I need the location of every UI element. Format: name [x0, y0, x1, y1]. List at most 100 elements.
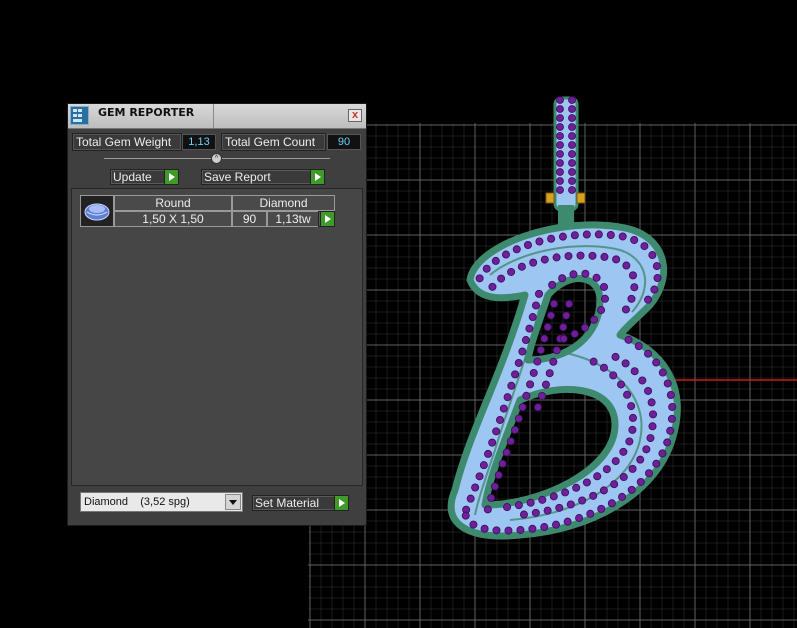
- gem-stone: [546, 311, 555, 320]
- gem-stone: [497, 274, 506, 283]
- gem-stone: [488, 282, 497, 291]
- gem-stone: [658, 449, 667, 458]
- gem-stone: [494, 471, 503, 480]
- gem-stone: [484, 449, 493, 458]
- green-arrow-icon[interactable]: [164, 170, 178, 184]
- gem-stone: [570, 329, 579, 338]
- gem-stone: [519, 510, 528, 519]
- gem-stone: [461, 511, 470, 520]
- gem-stone: [534, 403, 543, 412]
- gem-stone: [514, 414, 523, 423]
- gem-stone: [521, 336, 530, 345]
- gem-stone: [475, 472, 484, 481]
- gem-stone: [556, 96, 564, 104]
- gem-stone: [597, 504, 606, 513]
- gem-stone: [558, 274, 567, 283]
- green-arrow-icon[interactable]: [320, 212, 334, 226]
- gem-stone: [568, 123, 576, 131]
- gem-stone: [552, 520, 561, 529]
- gem-stone: [479, 461, 488, 470]
- gem-stone: [568, 168, 576, 176]
- gem-stone: [611, 457, 620, 466]
- set-material-button[interactable]: Set Material: [252, 495, 349, 511]
- gem-stone: [648, 251, 657, 260]
- close-icon[interactable]: x: [348, 109, 362, 122]
- gem-stone: [540, 255, 549, 264]
- gem-stone: [627, 402, 636, 411]
- gem-stone: [491, 256, 500, 265]
- gem-stone: [502, 448, 511, 457]
- chevron-down-icon[interactable]: [225, 494, 241, 510]
- gem-stone: [533, 357, 542, 366]
- gem-stone: [487, 493, 496, 502]
- gem-stone: [644, 349, 653, 358]
- green-arrow-icon[interactable]: [310, 170, 324, 184]
- gem-stone: [516, 525, 525, 534]
- gem-stone: [599, 486, 608, 495]
- gem-stone: [507, 267, 516, 276]
- gem-stone: [512, 245, 521, 254]
- gem-stone: [535, 289, 544, 298]
- gem-stone: [517, 262, 526, 271]
- gem-stone: [600, 294, 609, 303]
- gem-stone: [609, 371, 618, 380]
- gem-stone: [570, 231, 579, 240]
- green-arrow-icon[interactable]: [334, 496, 348, 510]
- gem-stone: [558, 232, 567, 241]
- gem-stone: [623, 390, 632, 399]
- gem-row-go-button[interactable]: [318, 211, 335, 227]
- gem-stone: [568, 96, 576, 104]
- gem-stone: [628, 271, 637, 280]
- gem-stone: [652, 459, 661, 468]
- gem-stone: [610, 480, 619, 489]
- gem-stone: [565, 299, 574, 308]
- gem-stone: [642, 445, 651, 454]
- save-report-button[interactable]: Save Report: [201, 169, 325, 185]
- gem-stone: [566, 500, 575, 509]
- gem-stone: [511, 425, 520, 434]
- gem-stone: [490, 482, 499, 491]
- gem-stone: [630, 283, 639, 292]
- update-button[interactable]: Update: [110, 169, 179, 185]
- gem-stone: [514, 358, 523, 367]
- material-select[interactable]: Diamond (3,52 spg): [80, 492, 243, 512]
- gem-stone: [618, 492, 627, 501]
- gem-material-cell: Diamond: [232, 195, 335, 211]
- gem-stone: [592, 273, 601, 282]
- gem-stone: [599, 363, 608, 372]
- gem-stone: [645, 469, 654, 478]
- gem-stone: [589, 357, 598, 366]
- gem-stone: [549, 492, 558, 501]
- total-gem-weight-label: Total Gem Weight: [72, 133, 182, 151]
- gem-stone: [548, 280, 557, 289]
- gem-stone: [556, 177, 564, 185]
- gem-stone: [568, 186, 576, 194]
- gem-stone: [622, 261, 631, 270]
- gem-stone: [547, 234, 556, 243]
- gem-stone: [653, 273, 662, 282]
- gem-stone: [658, 368, 667, 377]
- round-gem-icon[interactable]: [80, 195, 114, 227]
- gem-stone: [488, 438, 497, 447]
- gem-stone: [555, 503, 564, 512]
- gem-stone: [466, 494, 475, 503]
- gem-stone: [528, 313, 537, 322]
- gem-stone: [499, 404, 508, 413]
- slider-handle[interactable]: ^: [211, 153, 222, 164]
- gem-stone: [630, 235, 639, 244]
- panel-titlebar[interactable]: GEM REPORTER x: [68, 104, 366, 129]
- gem-stone: [568, 114, 576, 122]
- gem-stone: [640, 242, 649, 251]
- gem-stone: [590, 315, 599, 324]
- gem-stone: [621, 359, 630, 368]
- gem-stone: [556, 141, 564, 149]
- gem-stone: [556, 159, 564, 167]
- gem-weight-cell: 1,13tw: [267, 211, 319, 227]
- gem-stone: [563, 517, 572, 526]
- gem-list[interactable]: Round Diamond 1,50 X 1,50 90 1,13tw: [71, 188, 363, 486]
- gem-stone: [556, 150, 564, 158]
- gem-stone: [600, 282, 609, 291]
- gem-stone: [538, 495, 547, 504]
- gem-stone: [514, 501, 523, 510]
- gem-stone: [523, 241, 532, 250]
